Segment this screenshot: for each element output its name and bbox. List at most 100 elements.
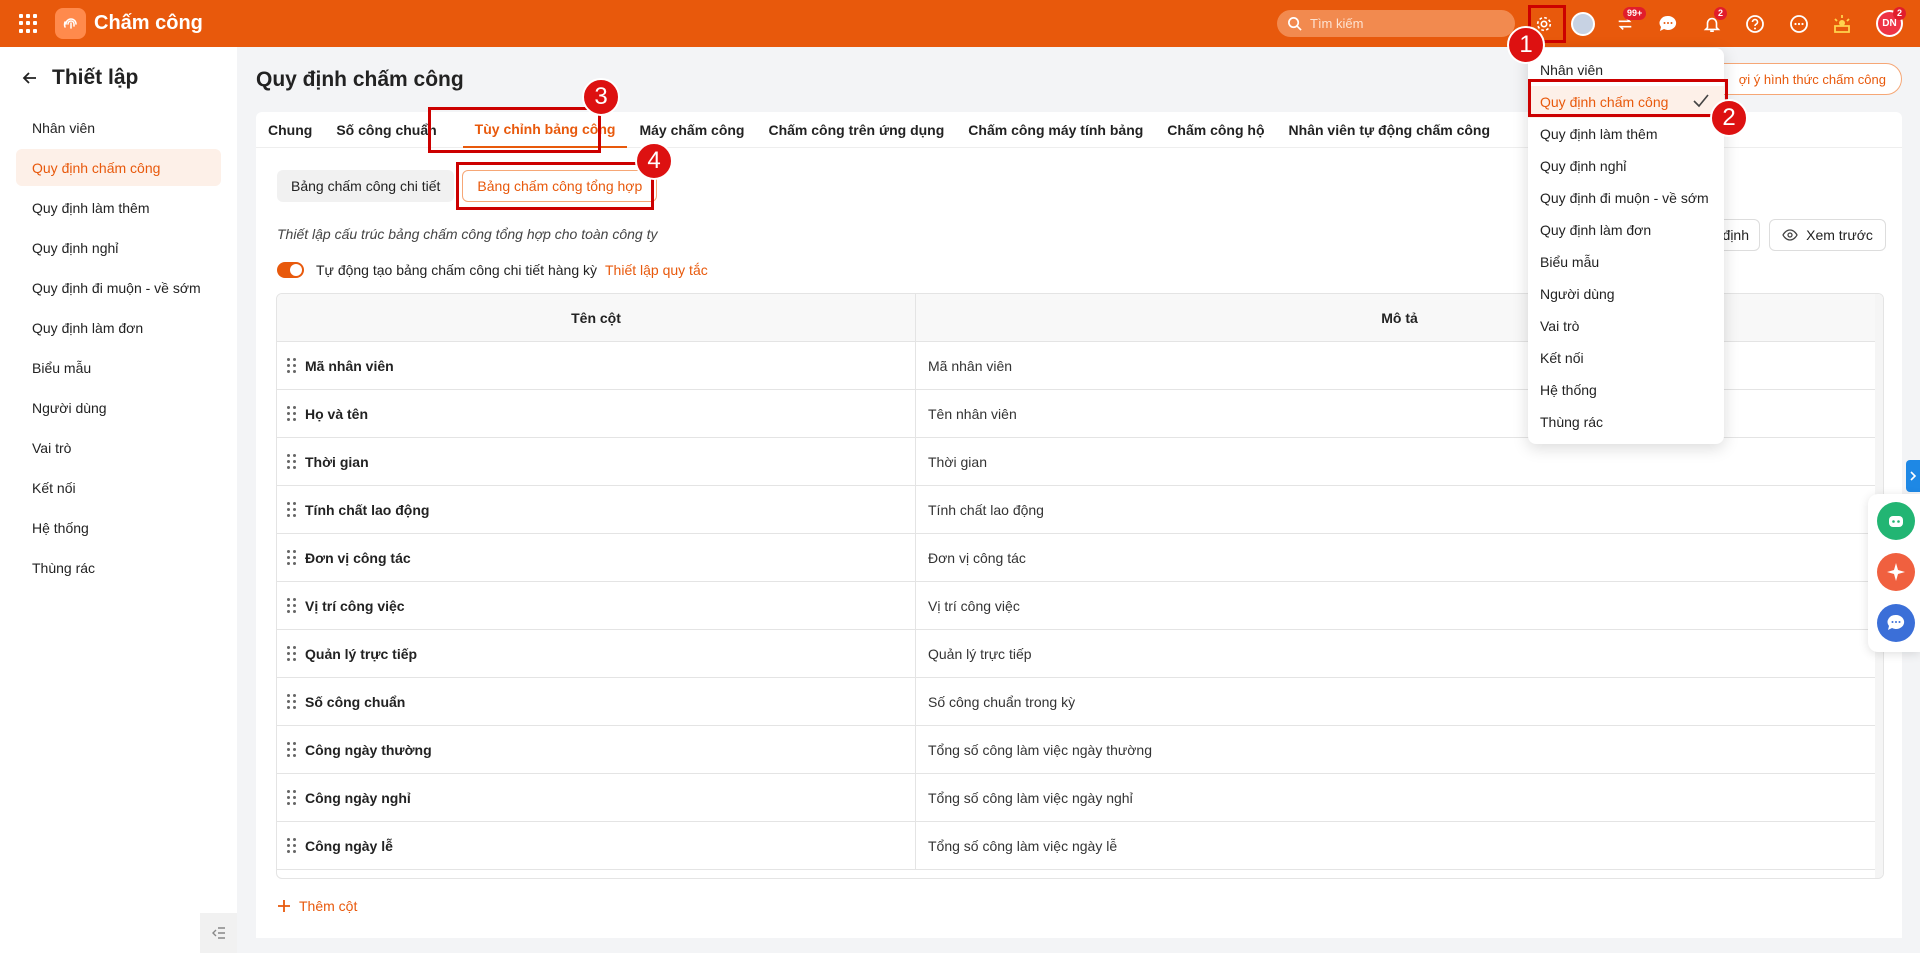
help-icon: [1745, 14, 1764, 33]
sidebar-item-quy-dinh-cham-cong[interactable]: Quy định chấm công: [16, 149, 221, 186]
sidebar-item-quy-dinh-nghi[interactable]: Quy định nghỉ: [16, 229, 221, 266]
sidebar-item-quy-dinh-lam-don[interactable]: Quy định làm đơn: [16, 309, 221, 346]
sidebar-item-vai-tro[interactable]: Vai trò: [16, 429, 221, 466]
dropdown-item-ket-noi[interactable]: Kết nối: [1528, 342, 1724, 374]
drag-handle-icon[interactable]: [287, 838, 297, 853]
table-row[interactable]: Đơn vị công tác Đơn vị công tác: [277, 534, 1883, 582]
tab-nhan-vien-tu-dong[interactable]: Nhân viên tự động chấm công: [1277, 112, 1502, 148]
dropdown-item-vai-tro[interactable]: Vai trò: [1528, 310, 1724, 342]
search-box[interactable]: [1277, 10, 1515, 37]
expand-panel-tab[interactable]: [1906, 460, 1920, 492]
app-title: Chấm công: [94, 12, 203, 34]
message-icon: [1887, 614, 1905, 630]
tab-chung[interactable]: Chung: [256, 112, 324, 148]
table-row[interactable]: Tính chất lao động Tính chất lao động: [277, 486, 1883, 534]
sidebar-title: Thiết lập: [52, 66, 139, 89]
sidebar-item-quy-dinh-di-muon[interactable]: Quy định đi muộn - về sớm: [16, 269, 221, 306]
floating-action-panel: [1868, 494, 1920, 652]
sidebar-item-bieu-mau[interactable]: Biểu mẫu: [16, 349, 221, 386]
drag-handle-icon[interactable]: [287, 742, 297, 757]
drag-handle-icon[interactable]: [287, 550, 297, 565]
messenger-button[interactable]: [1877, 604, 1915, 642]
help-button[interactable]: [1741, 10, 1768, 37]
subtab-bang-cham-cong-chi-tiet[interactable]: Bảng chấm công chi tiết: [277, 170, 455, 202]
sidebar-item-ket-noi[interactable]: Kết nối: [16, 469, 221, 506]
notification-button[interactable]: 2: [1698, 7, 1728, 37]
column-name-text: Họ và tên: [305, 405, 369, 422]
tab-cham-cong-ung-dung[interactable]: Chấm công trên ứng dụng: [756, 112, 956, 148]
dropdown-item-label: Quy định nghỉ: [1540, 158, 1627, 174]
user-avatar-button[interactable]: DN 2: [1876, 7, 1907, 37]
annotation-number-2: 2: [1710, 99, 1748, 137]
sidebar-item-nhan-vien[interactable]: Nhân viên: [16, 109, 221, 146]
sun-gift-icon: [1833, 14, 1850, 33]
tab-cham-cong-ho[interactable]: Chấm công hộ: [1155, 112, 1276, 148]
gift-button[interactable]: [1828, 10, 1855, 37]
table-row[interactable]: Số công chuẩn Số công chuẩn trong kỳ: [277, 678, 1883, 726]
annotation-number-4: 4: [635, 142, 673, 180]
column-name-text: Đơn vị công tác: [305, 549, 411, 566]
sidebar-header: Thiết lập: [0, 47, 237, 109]
preview-button[interactable]: Xem trước: [1769, 219, 1886, 251]
toggle-label: Tự động tạo bảng chấm công chi tiết hàng…: [316, 262, 597, 278]
dropdown-item-he-thong[interactable]: Hệ thống: [1528, 374, 1724, 406]
drag-handle-icon[interactable]: [287, 358, 297, 373]
table-row[interactable]: Công ngày thường Tổng số công làm việc ng…: [277, 726, 1883, 774]
dropdown-item-quy-dinh-nghi[interactable]: Quy định nghỉ: [1528, 150, 1724, 182]
dropdown-item-nguoi-dung[interactable]: Người dùng: [1528, 278, 1724, 310]
sidebar: Thiết lập Nhân viên Quy định chấm công Q…: [0, 47, 237, 953]
search-input[interactable]: [1310, 16, 1500, 31]
drag-handle-icon[interactable]: [287, 598, 297, 613]
collapse-sidebar-button[interactable]: [200, 913, 237, 953]
drag-handle-icon[interactable]: [287, 694, 297, 709]
sidebar-item-he-thong[interactable]: Hệ thống: [16, 509, 221, 546]
table-row[interactable]: Quản lý trực tiếp Quản lý trực tiếp: [277, 630, 1883, 678]
more-button[interactable]: [1785, 10, 1812, 37]
default-button-label: định: [1722, 227, 1749, 243]
drag-handle-icon[interactable]: [287, 454, 297, 469]
table-row[interactable]: Công ngày lễ Tổng số công làm việc ngày l…: [277, 822, 1883, 870]
drag-handle-icon[interactable]: [287, 502, 297, 517]
drag-handle-icon[interactable]: [287, 790, 297, 805]
tab-cham-cong-may-tinh-bang[interactable]: Chấm công máy tính bảng: [956, 112, 1155, 148]
column-name-text: Mã nhân viên: [305, 357, 394, 374]
dropdown-item-thung-rac[interactable]: Thùng rác: [1528, 406, 1724, 438]
dropdown-item-quy-dinh-di-muon[interactable]: Quy định đi muộn - về sớm: [1528, 182, 1724, 214]
chevron-right-icon: [1910, 471, 1917, 481]
sidebar-item-nguoi-dung[interactable]: Người dùng: [16, 389, 221, 426]
column-description-cell: Quản lý trực tiếp: [928, 645, 1032, 662]
dropdown-item-bieu-mau[interactable]: Biểu mẫu: [1528, 246, 1724, 278]
notification-badge: 2: [1714, 7, 1728, 20]
support-bot-button[interactable]: [1877, 502, 1915, 540]
auto-create-toggle[interactable]: [277, 262, 304, 278]
drag-handle-icon[interactable]: [287, 646, 297, 661]
table-row[interactable]: Thời gian Thời gian: [277, 438, 1883, 486]
highlight-box-3: [428, 107, 601, 153]
dropdown-item-label: Hệ thống: [1540, 382, 1597, 398]
ai-assistant-button[interactable]: [1877, 553, 1915, 591]
add-column-button[interactable]: Thêm cột: [277, 898, 357, 914]
rule-setup-link[interactable]: Thiết lập quy tắc: [605, 262, 708, 278]
column-description-cell: Tổng số công làm việc ngày lễ: [928, 837, 1118, 854]
table-row[interactable]: Công ngày nghỉ Tổng số công làm việc ngày…: [277, 774, 1883, 822]
apps-grid-icon[interactable]: [19, 13, 39, 34]
column-name-text: Vị trí công việc: [305, 597, 405, 614]
back-arrow-icon[interactable]: [22, 70, 38, 86]
dropdown-item-label: Vai trò: [1540, 318, 1580, 334]
chat-button[interactable]: [1654, 10, 1681, 37]
sidebar-item-quy-dinh-lam-them[interactable]: Quy định làm thêm: [16, 189, 221, 226]
column-name-text: Công ngày lễ: [305, 837, 393, 854]
column-name-text: Quản lý trực tiếp: [305, 645, 418, 662]
dropdown-item-label: Biểu mẫu: [1540, 254, 1600, 270]
dropdown-item-quy-dinh-lam-don[interactable]: Quy định làm đơn: [1528, 214, 1724, 246]
sidebar-item-thung-rac[interactable]: Thùng rác: [16, 549, 221, 586]
user-avatar-small[interactable]: [1569, 10, 1596, 37]
auto-create-row: Tự động tạo bảng chấm công chi tiết hàng…: [277, 262, 708, 278]
apps-button[interactable]: 99+: [1611, 7, 1647, 37]
dropdown-item-quy-dinh-lam-them[interactable]: Quy định làm thêm: [1528, 118, 1724, 150]
drag-handle-icon[interactable]: [287, 406, 297, 421]
table-row[interactable]: Vị trí công việc Vị trí công việc: [277, 582, 1883, 630]
more-icon: [1789, 14, 1808, 33]
column-name-text: Công ngày nghỉ: [305, 789, 411, 806]
plus-icon: [278, 900, 290, 912]
